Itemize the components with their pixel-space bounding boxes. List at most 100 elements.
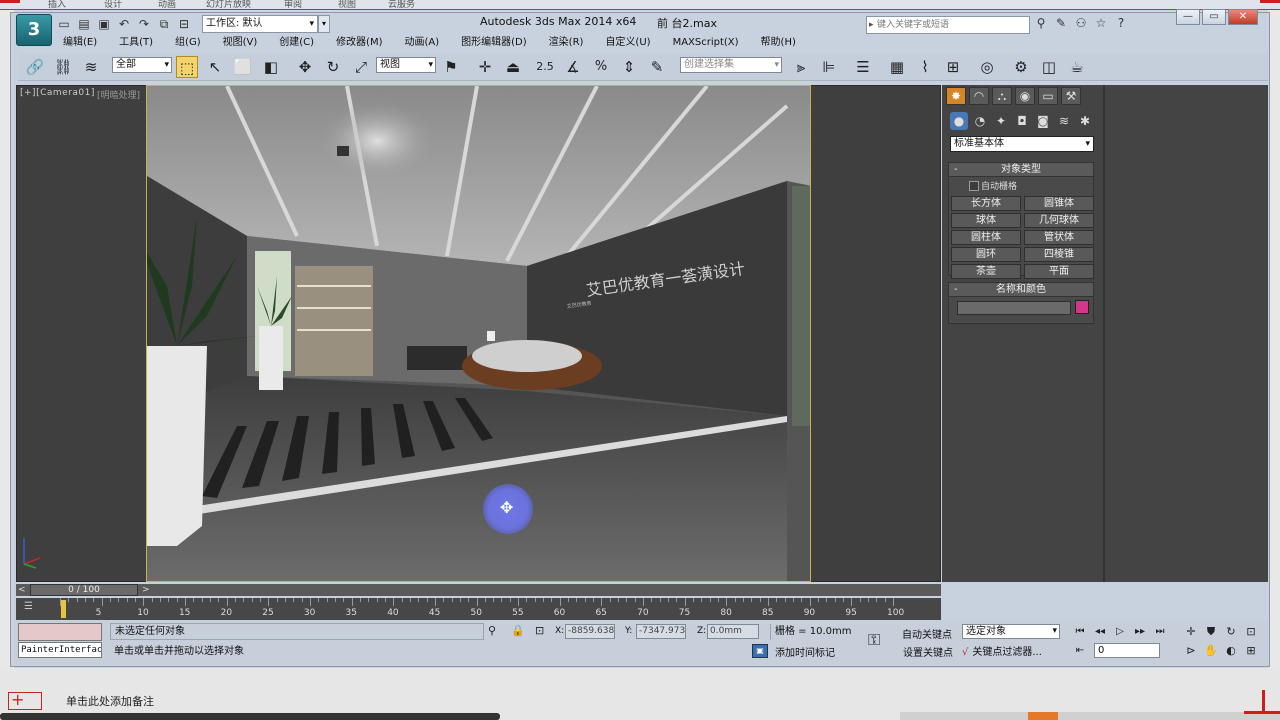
viewport-shading-label[interactable]: [明暗处理] <box>97 88 140 101</box>
orbit-camera-icon[interactable]: ↻ <box>1222 624 1240 640</box>
object-type-header[interactable]: 对象类型 <box>949 163 1093 177</box>
layer-manager-icon[interactable]: ☰ <box>852 56 874 78</box>
add-slide-icon[interactable]: + <box>8 692 42 710</box>
redo-icon[interactable]: ↷ <box>136 16 152 32</box>
time-tag-icon[interactable]: ▣ <box>752 644 768 658</box>
rectangle-selection-icon[interactable]: ⬜ <box>232 56 254 78</box>
mirror-icon[interactable]: ⫸ <box>790 56 812 78</box>
menu-animation[interactable]: 动画(A) <box>394 35 451 51</box>
edit-named-selection-icon[interactable]: ✎ <box>646 56 668 78</box>
z-coordinate-field[interactable]: 0.0mm <box>707 624 759 639</box>
zoom-icon[interactable]: ✛ <box>1182 624 1200 640</box>
dolly-camera-icon[interactable]: ◐ <box>1222 643 1240 659</box>
menu-modifiers[interactable]: 修改器(M) <box>325 35 393 51</box>
cameras-icon[interactable]: ◘ <box>1013 112 1031 130</box>
geometry-icon[interactable]: ● <box>950 112 968 130</box>
key-mode-toggle-icon[interactable]: ⇤ <box>1072 643 1088 658</box>
scale-icon[interactable]: ⤢ <box>350 56 372 78</box>
keyboard-shortcut-override-icon[interactable]: ⏏ <box>502 56 524 78</box>
rendered-frame-icon[interactable]: ◫ <box>1038 56 1060 78</box>
bg-tab[interactable]: 审阅 <box>284 0 302 10</box>
menu-group[interactable]: 组(G) <box>164 35 212 51</box>
slideshow-play-button[interactable] <box>1028 712 1058 720</box>
x-coordinate-field[interactable]: -8859.638 <box>565 624 615 639</box>
go-to-start-icon[interactable]: ⏮ <box>1072 624 1088 639</box>
menu-tools[interactable]: 工具(T) <box>108 35 164 51</box>
align-icon[interactable]: ⊫ <box>818 56 840 78</box>
zoom-all-icon[interactable]: ⛊ <box>1202 624 1220 640</box>
fetch-icon[interactable]: ⊟ <box>176 16 192 32</box>
selection-lock-icon[interactable]: 🔒 <box>511 624 525 637</box>
material-editor-icon[interactable]: ◎ <box>976 56 998 78</box>
pan-hand-icon[interactable]: ✋ <box>1202 643 1220 659</box>
y-coordinate-field[interactable]: -7347.973 <box>636 624 686 639</box>
bg-tab[interactable]: 云服务 <box>388 0 415 10</box>
bg-tab[interactable]: 设计 <box>104 0 122 10</box>
lights-icon[interactable]: ✦ <box>992 112 1010 130</box>
cone-button[interactable]: 圆锥体 <box>1024 196 1094 211</box>
close-button[interactable]: ✕ <box>1228 9 1258 25</box>
angle-snap-icon[interactable]: ∡ <box>562 56 584 78</box>
menu-edit[interactable]: 编辑(E) <box>52 35 108 51</box>
primitive-category-dropdown[interactable]: 标准基本体 <box>950 136 1094 152</box>
bg-tab[interactable]: 插入 <box>48 0 66 10</box>
favorites-star-icon[interactable]: ☆ <box>1094 15 1108 31</box>
viewport-label[interactable]: [+][Camera01] <box>20 88 95 98</box>
systems-icon[interactable]: ✱ <box>1076 112 1094 130</box>
box-button[interactable]: 长方体 <box>951 196 1021 211</box>
bg-tab[interactable]: 幻灯片放映 <box>206 0 251 10</box>
menu-rendering[interactable]: 渲染(R) <box>538 35 595 51</box>
add-time-tag-button[interactable]: 添加时间标记 <box>775 644 835 659</box>
spacewarps-icon[interactable]: ≋ <box>1055 112 1073 130</box>
time-slider-thumb[interactable]: 0 / 100 <box>30 584 138 596</box>
app-logo-icon[interactable]: 3 <box>16 14 52 46</box>
create-tab-icon[interactable]: ✸ <box>946 87 966 105</box>
motion-tab-icon[interactable]: ◉ <box>1015 87 1035 105</box>
mini-curve-editor-icon[interactable]: ☰ <box>24 601 46 615</box>
select-object-icon[interactable]: ⬚ <box>176 56 198 78</box>
field-of-view-icon[interactable]: ⊳ <box>1182 643 1200 659</box>
bind-spacewarp-icon[interactable]: ≋ <box>80 56 102 78</box>
hierarchy-tab-icon[interactable]: ⛬ <box>992 87 1012 105</box>
cylinder-button[interactable]: 圆柱体 <box>951 230 1021 245</box>
restore-button[interactable]: ▭ <box>1202 9 1226 25</box>
search-input[interactable]: 键入关键字或短语 <box>866 16 1030 34</box>
new-file-icon[interactable]: ▭ <box>56 16 72 32</box>
set-key-icon[interactable]: ⚿ <box>868 630 880 650</box>
bg-tab[interactable]: 视图 <box>338 0 356 10</box>
time-slider-next-icon[interactable]: > <box>142 584 152 596</box>
render-setup-icon[interactable]: ⚙ <box>1010 56 1032 78</box>
play-icon[interactable]: ▷ <box>1112 624 1128 639</box>
subscription-icon[interactable]: ✎ <box>1054 15 1068 31</box>
time-slider-prev-icon[interactable]: < <box>18 584 28 596</box>
autogrid-checkbox[interactable]: 自动栅格 <box>949 177 1093 194</box>
go-to-end-icon[interactable]: ⏭ <box>1152 624 1168 639</box>
key-filters-button[interactable]: √ 关键点过滤器... <box>962 643 1042 658</box>
isolate-selection-icon[interactable]: ⚲ <box>488 624 496 637</box>
geosphere-button[interactable]: 几何球体 <box>1024 213 1094 228</box>
display-tab-icon[interactable]: ▭ <box>1038 87 1058 105</box>
select-by-name-icon[interactable]: ↖ <box>204 56 226 78</box>
sphere-button[interactable]: 球体 <box>951 213 1021 228</box>
pivot-center-icon[interactable]: ⚑ <box>440 56 462 78</box>
notes-placeholder[interactable]: 单击此处添加备注 <box>66 693 154 709</box>
named-selection-dropdown[interactable]: 创建选择集 <box>680 57 782 73</box>
menu-create[interactable]: 创建(C) <box>268 35 325 51</box>
current-frame-marker[interactable] <box>61 600 66 618</box>
auto-key-button[interactable]: 自动关键点 <box>902 626 952 641</box>
curve-editor-icon[interactable]: ⌇ <box>914 56 936 78</box>
next-frame-icon[interactable]: ▸▸ <box>1132 624 1148 639</box>
min-max-toggle-icon[interactable]: ⊞ <box>1242 643 1260 659</box>
set-key-button[interactable]: 设置关键点 <box>903 644 953 659</box>
hold-icon[interactable]: ⧉ <box>156 16 172 32</box>
panel-divider[interactable] <box>1103 85 1105 582</box>
horizontal-scrollbar[interactable] <box>0 713 500 720</box>
menu-customize[interactable]: 自定义(U) <box>594 35 661 51</box>
menu-graph-editors[interactable]: 图形编辑器(D) <box>450 35 538 51</box>
menu-help[interactable]: 帮助(H) <box>750 35 807 51</box>
menu-maxscript[interactable]: MAXScript(X) <box>662 35 750 51</box>
current-frame-field[interactable]: 0 <box>1094 643 1160 658</box>
minimize-button[interactable]: — <box>1176 9 1200 25</box>
spinner-snap-icon[interactable]: ⇕ <box>618 56 640 78</box>
bg-tab[interactable]: 动画 <box>158 0 176 10</box>
